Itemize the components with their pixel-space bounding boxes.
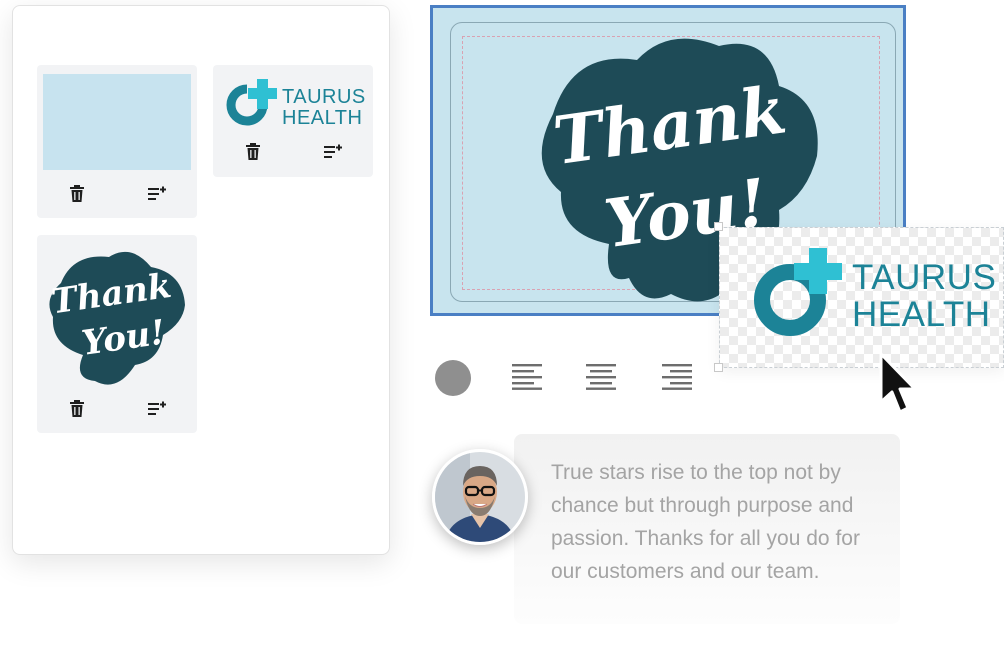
logo-line-2: HEALTH: [852, 295, 991, 334]
asset-panel: TAURUS HEALTH Thank You!: [12, 5, 390, 555]
asset-card-thank-you[interactable]: Thank You!: [37, 235, 197, 433]
logo-line-1: TAURUS: [852, 258, 997, 297]
asset-card-logo[interactable]: TAURUS HEALTH: [213, 65, 373, 177]
logo-line-1: TAURUS: [282, 86, 366, 108]
background-swatch-thumbnail[interactable]: [43, 74, 191, 170]
avatar: [432, 449, 528, 545]
add-to-list-icon[interactable]: [147, 183, 167, 203]
taurus-health-logo[interactable]: TAURUS HEALTH: [752, 244, 996, 340]
align-left-icon[interactable]: [512, 364, 544, 395]
trash-icon[interactable]: [67, 398, 87, 418]
mouse-pointer-icon: [879, 352, 917, 414]
align-right-icon[interactable]: [662, 364, 694, 395]
thank-you-artwork-thumbnail[interactable]: Thank You!: [43, 243, 191, 391]
message-card[interactable]: True stars rise to the top not by chance…: [514, 434, 900, 624]
resize-handle-top-left[interactable]: [714, 222, 723, 231]
logo-line-2: HEALTH: [282, 107, 363, 129]
add-to-list-icon[interactable]: [147, 398, 167, 418]
trash-icon[interactable]: [243, 141, 263, 161]
message-text[interactable]: True stars rise to the top not by chance…: [551, 456, 881, 588]
align-center-icon[interactable]: [586, 364, 618, 395]
add-to-list-icon[interactable]: [323, 141, 343, 161]
asset-card-background[interactable]: [37, 65, 197, 218]
trash-icon[interactable]: [67, 183, 87, 203]
taurus-health-logo-thumbnail[interactable]: TAURUS HEALTH: [225, 75, 366, 129]
resize-handle-bottom-left[interactable]: [714, 363, 723, 372]
color-picker-button[interactable]: [435, 360, 471, 396]
selected-logo-layer[interactable]: TAURUS HEALTH: [719, 227, 1004, 368]
